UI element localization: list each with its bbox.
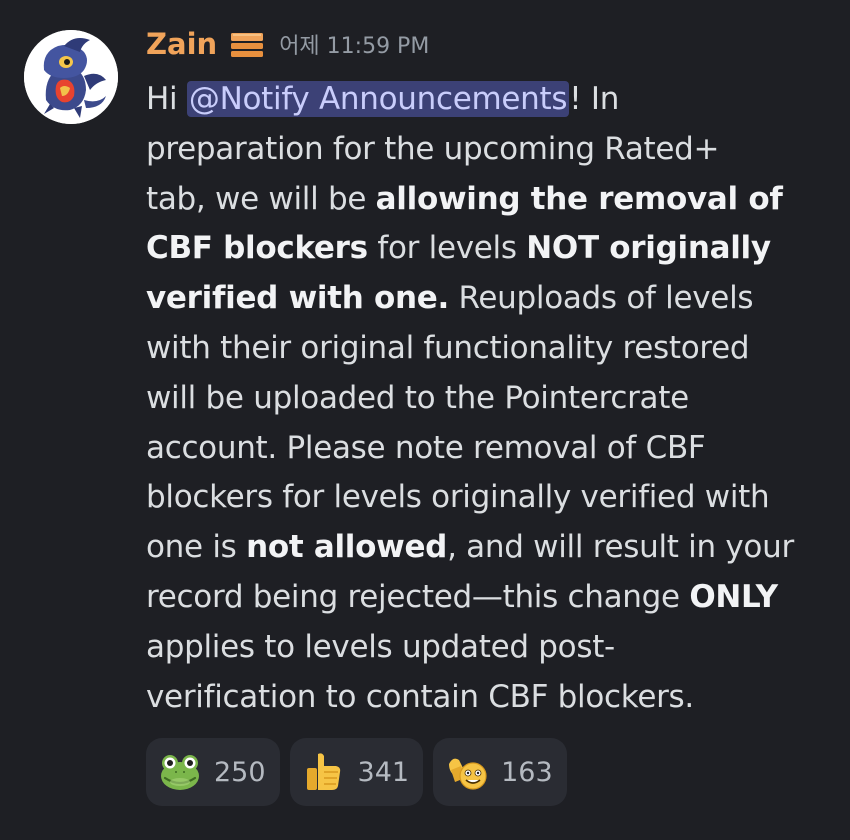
- reaction-thumbs-up[interactable]: 341: [289, 738, 424, 806]
- reaction-frog[interactable]: 250: [146, 738, 280, 806]
- chat-message: Zain 어제 11:59 PM Hi @Notify Announcement…: [0, 0, 850, 840]
- text-segment: one is: [146, 529, 247, 566]
- bold-text: NOT originally: [526, 230, 771, 267]
- message-line: account. Please note removal of CBF: [146, 429, 706, 466]
- message-line: will be uploaded to the Pointercrate: [146, 379, 689, 416]
- message-line: verified with one. Reuploads of levels: [146, 274, 836, 324]
- message-line: record being rejected—this change ONLY: [146, 573, 836, 623]
- text-segment: Reuploads of levels: [448, 280, 754, 317]
- message-line: blockers for levels originally verified …: [146, 479, 770, 516]
- message-content: Hi @Notify Announcements! In preparation…: [146, 75, 836, 722]
- text-segment: record being rejected—this change: [146, 578, 690, 615]
- reaction-count: 341: [357, 756, 410, 788]
- message-line: one is not allowed, and will result in y…: [146, 523, 836, 573]
- bold-text: CBF blockers: [146, 230, 368, 267]
- message-line: with their original functionality restor…: [146, 329, 750, 366]
- thumbs-up-grinning-emoji-icon: [449, 758, 487, 790]
- message-timestamp[interactable]: 어제 11:59 PM: [279, 28, 429, 60]
- message-line: preparation for the upcoming Rated+: [146, 130, 720, 167]
- reaction-thumbs-up-grinning[interactable]: 163: [433, 738, 567, 806]
- message-line: verification to contain CBF blockers.: [146, 678, 694, 715]
- bold-text: allowing the removal of: [375, 180, 783, 217]
- text-segment: for levels: [367, 230, 527, 267]
- bold-text: not allowed: [246, 529, 448, 566]
- text-segment: ! In: [569, 81, 620, 117]
- bold-text: verified with one.: [146, 280, 449, 317]
- message-line: Hi @Notify Announcements! In: [146, 75, 836, 125]
- text-segment: Hi: [146, 81, 187, 117]
- text-segment: tab, we will be: [146, 180, 376, 217]
- reaction-count: 163: [501, 756, 553, 788]
- message-line: tab, we will be allowing the removal of: [146, 175, 836, 225]
- dragon-avatar-icon: [24, 30, 118, 124]
- bold-text: ONLY: [689, 578, 778, 615]
- gold-box-icon[interactable]: [229, 29, 265, 59]
- reaction-count: 250: [214, 756, 266, 788]
- reactions-bar: 250 341 163: [146, 738, 567, 806]
- thumbs-up-emoji-icon: [306, 753, 340, 790]
- role-mention[interactable]: @Notify Announcements: [186, 81, 570, 117]
- text-segment: , and will result in your: [447, 529, 794, 566]
- message-line: applies to levels updated post-: [146, 628, 615, 665]
- author-name[interactable]: Zain: [146, 27, 217, 61]
- user-avatar[interactable]: [24, 30, 118, 124]
- message-line: CBF blockers for levels NOT originally: [146, 224, 836, 274]
- frog-emoji-icon: [161, 755, 199, 790]
- message-header: Zain 어제 11:59 PM: [146, 22, 429, 66]
